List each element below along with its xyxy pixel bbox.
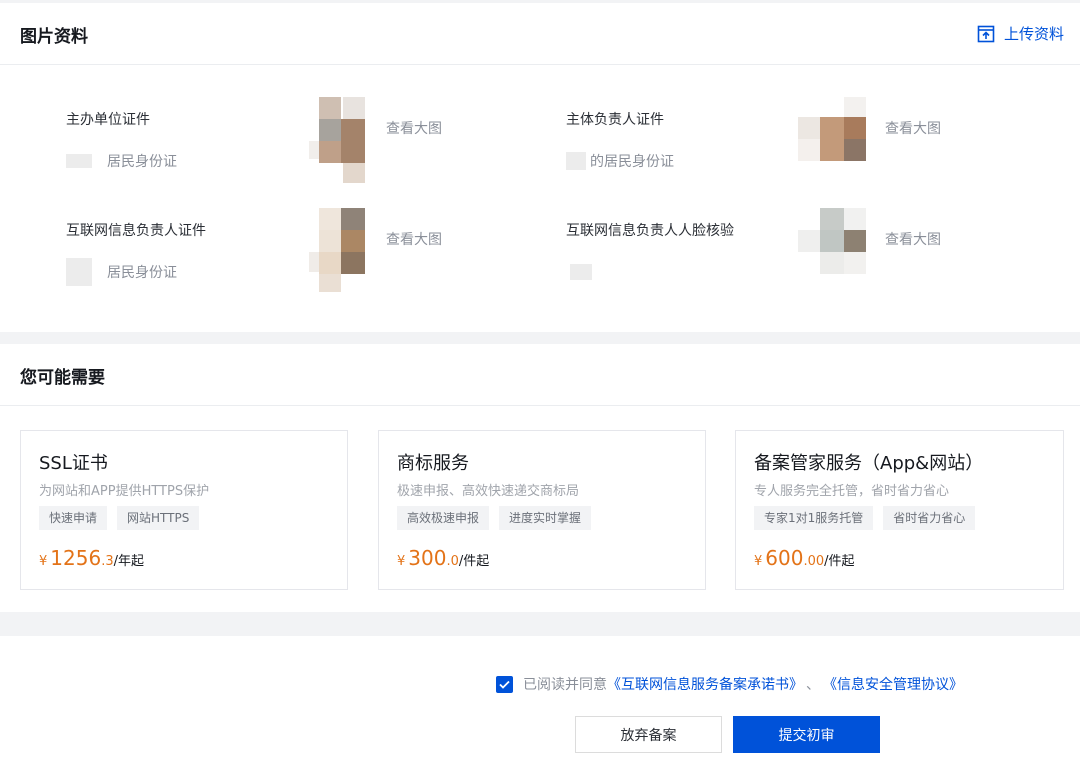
document-type — [566, 260, 592, 284]
service-cards: SSL证书 为网站和APP提供HTTPS保护 快速申请 网站HTTPS ¥ 12… — [20, 430, 1064, 590]
document-type-label: 居民身份证 — [107, 265, 177, 281]
card-description: 极速申报、高效快速递交商标局 — [397, 484, 580, 499]
recommendations-panel: 您可能需要 SSL证书 为网站和APP提供HTTPS保护 快速申请 网站HTTP… — [0, 344, 1080, 612]
card-tag: 网站HTTPS — [117, 506, 200, 530]
card-tag: 进度实时掌握 — [499, 506, 592, 530]
card-tags: 快速申请 网站HTTPS — [39, 506, 200, 530]
view-large-image-link[interactable]: 查看大图 — [386, 118, 442, 138]
redacted-text — [66, 258, 92, 286]
card-price: ¥ 1256 .3 /年起 — [39, 546, 144, 570]
view-large-image-link[interactable]: 查看大图 — [386, 229, 442, 249]
price-currency: ¥ — [754, 554, 763, 569]
price-unit: /年起 — [113, 554, 144, 569]
card-description: 专人服务完全托管，省时省力省心 — [754, 484, 950, 499]
price-decimal: .00 — [803, 554, 825, 569]
price-currency: ¥ — [39, 554, 48, 569]
card-title: SSL证书 — [39, 453, 108, 474]
card-tag: 高效极速申报 — [397, 506, 490, 530]
document-label: 互联网信息负责人人脸核验 — [566, 223, 734, 239]
card-tags: 专家1对1服务托管 省时省力省心 — [754, 506, 976, 530]
footer-actions: 已阅读并同意 《互联网信息服务备案承诺书》 、 《信息安全管理协议》 放弃备案 … — [0, 636, 1080, 781]
redacted-text — [570, 264, 592, 280]
image-documents-panel: 图片资料 上传资料 主办单位证件 居民身份证 查看大图 主体负责人证件 的居民身… — [0, 3, 1080, 332]
document-label: 互联网信息负责人证件 — [66, 223, 206, 239]
document-type: 居民身份证 — [66, 149, 177, 173]
agreement-text: 已阅读并同意 — [523, 677, 607, 693]
card-tags: 高效极速申报 进度实时掌握 — [397, 506, 592, 530]
card-price: ¥ 300 .0 /件起 — [397, 546, 489, 570]
upload-documents-link[interactable]: 上传资料 — [977, 23, 1064, 44]
card-title: 商标服务 — [397, 453, 469, 474]
document-type: 居民身份证 — [66, 258, 177, 286]
panel-header: 您可能需要 — [0, 344, 1080, 406]
redacted-text — [66, 154, 92, 168]
document-item-internet-info-license: 互联网信息负责人证件 居民身份证 查看大图 — [66, 208, 546, 320]
document-thumbnail[interactable] — [798, 208, 866, 294]
upload-documents-label: 上传资料 — [1003, 25, 1064, 43]
document-type: 的居民身份证 — [566, 149, 674, 173]
agreement-checkbox[interactable] — [496, 675, 513, 693]
agreement-row: 已阅读并同意 《互联网信息服务备案承诺书》 、 《信息安全管理协议》 — [496, 674, 963, 694]
card-tag: 快速申请 — [39, 506, 108, 530]
price-integer: 600 — [765, 546, 804, 570]
abandon-filing-button[interactable]: 放弃备案 — [575, 716, 722, 753]
card-title: 备案管家服务（App&网站） — [754, 453, 984, 474]
price-decimal: .3 — [101, 554, 114, 569]
service-card-trademark[interactable]: 商标服务 极速申报、高效快速递交商标局 高效极速申报 进度实时掌握 ¥ 300 … — [378, 430, 706, 590]
check-icon — [499, 680, 510, 689]
commitment-letter-link[interactable]: 《互联网信息服务备案承诺书》 — [607, 674, 803, 694]
price-integer: 300 — [408, 546, 447, 570]
document-label: 主办单位证件 — [66, 112, 150, 128]
price-unit: /件起 — [458, 554, 490, 569]
security-agreement-link[interactable]: 《信息安全管理协议》 — [823, 674, 963, 694]
card-tag: 省时省力省心 — [883, 506, 976, 530]
document-item-face-verification: 互联网信息负责人人脸核验 查看大图 — [566, 208, 1046, 320]
panel-title: 您可能需要 — [20, 368, 105, 388]
document-type-label: 居民身份证 — [107, 154, 177, 170]
card-tag: 专家1对1服务托管 — [754, 506, 874, 530]
price-currency: ¥ — [397, 554, 406, 569]
panel-header: 图片资料 上传资料 — [0, 3, 1080, 65]
view-large-image-link[interactable]: 查看大图 — [885, 118, 941, 138]
document-thumbnail[interactable] — [309, 97, 373, 183]
document-thumbnail[interactable] — [309, 208, 373, 294]
price-integer: 1256 — [50, 546, 102, 570]
view-large-image-link[interactable]: 查看大图 — [885, 229, 941, 249]
redacted-text — [566, 152, 586, 170]
card-price: ¥ 600 .00 /件起 — [754, 546, 855, 570]
price-decimal: .0 — [446, 554, 459, 569]
service-card-ssl[interactable]: SSL证书 为网站和APP提供HTTPS保护 快速申请 网站HTTPS ¥ 12… — [20, 430, 348, 590]
agreement-separator: 、 — [806, 677, 820, 693]
document-item-sponsor-license: 主办单位证件 居民身份证 查看大图 — [66, 97, 546, 209]
document-thumbnail[interactable] — [798, 97, 866, 183]
upload-icon — [977, 25, 995, 42]
panel-title: 图片资料 — [20, 27, 88, 47]
price-unit: /件起 — [824, 554, 855, 569]
document-label: 主体负责人证件 — [566, 112, 664, 128]
document-type-label: 的居民身份证 — [590, 154, 674, 170]
service-card-filing-butler[interactable]: 备案管家服务（App&网站） 专人服务完全托管，省时省力省心 专家1对1服务托管… — [735, 430, 1064, 590]
submit-review-button[interactable]: 提交初审 — [733, 716, 880, 753]
card-description: 为网站和APP提供HTTPS保护 — [39, 484, 210, 499]
document-item-principal-license: 主体负责人证件 的居民身份证 查看大图 — [566, 97, 1046, 209]
